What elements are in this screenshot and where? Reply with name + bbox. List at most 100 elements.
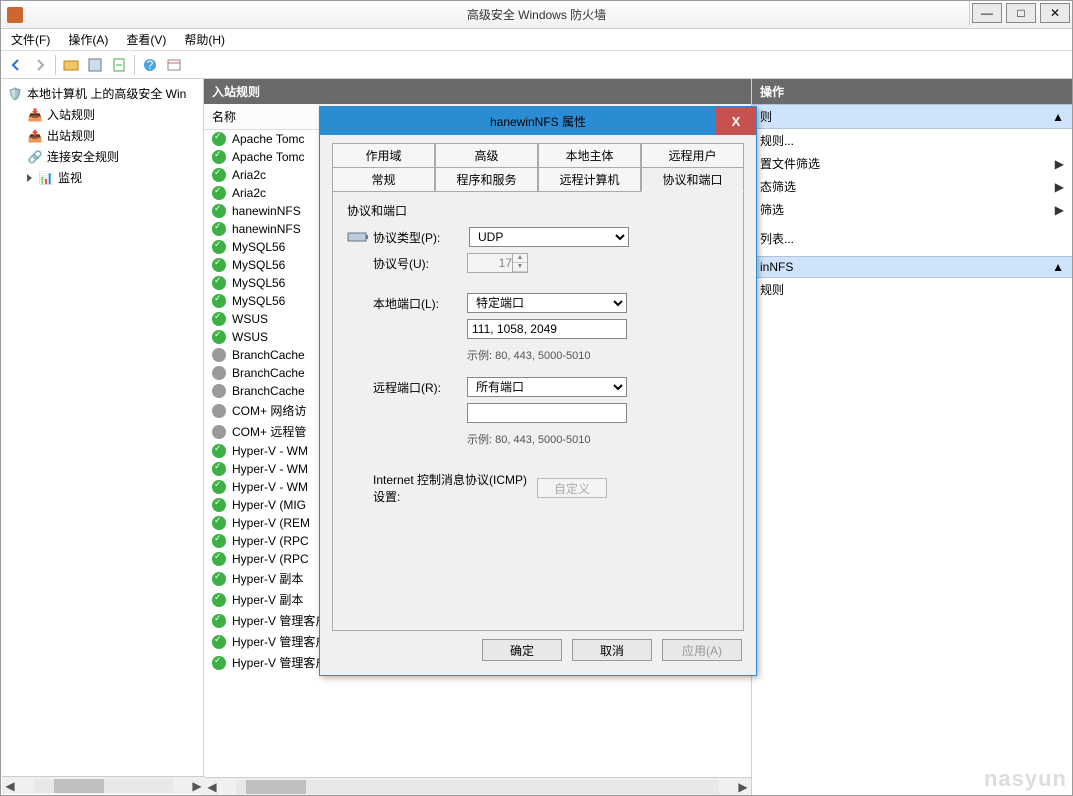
rule-name: hanewinNFS bbox=[232, 222, 301, 236]
tab[interactable]: 远程用户 bbox=[641, 143, 744, 168]
menu-file[interactable]: 文件(F) bbox=[7, 29, 54, 50]
menu-action[interactable]: 操作(A) bbox=[64, 29, 112, 50]
allow-icon bbox=[212, 222, 226, 236]
titlebar: 高级安全 Windows 防火墙 — □ ✕ bbox=[1, 1, 1072, 29]
cancel-button[interactable]: 取消 bbox=[572, 639, 652, 661]
allow-icon bbox=[212, 204, 226, 218]
spin-down-icon[interactable]: ▼ bbox=[513, 263, 527, 272]
rule-name: Hyper-V (RPC bbox=[232, 552, 309, 566]
rule-name: MySQL56 bbox=[232, 276, 285, 290]
rule-name: Hyper-V (REM bbox=[232, 516, 310, 530]
submenu-icon: ▶ bbox=[1055, 157, 1064, 171]
help-icon[interactable]: ? bbox=[139, 54, 161, 76]
tab[interactable]: 常规 bbox=[332, 167, 435, 192]
remote-port-input[interactable] bbox=[467, 403, 627, 423]
action-item[interactable]: 筛选▶ bbox=[752, 198, 1072, 221]
horizontal-scrollbar[interactable]: ◀ ▶ bbox=[204, 777, 751, 795]
allow-icon bbox=[212, 240, 226, 254]
tab[interactable]: 本地主体 bbox=[538, 143, 641, 168]
action-item[interactable]: 规则 bbox=[752, 278, 1072, 301]
scroll-left-button[interactable]: ◀ bbox=[2, 778, 18, 794]
scroll-right-button[interactable]: ▶ bbox=[189, 778, 205, 794]
collapse-icon[interactable]: ▲ bbox=[1052, 110, 1064, 124]
disabled-icon bbox=[212, 366, 226, 380]
rule-name: Aria2c bbox=[232, 186, 266, 200]
spin-up-icon[interactable]: ▲ bbox=[513, 254, 527, 263]
scroll-thumb[interactable] bbox=[246, 780, 306, 794]
rule-name: BranchCache bbox=[232, 348, 305, 362]
tab[interactable]: 协议和端口 bbox=[641, 167, 744, 192]
actions-pane: 操作 则▲ 规则...置文件筛选▶态筛选▶筛选▶列表... inNFS▲ 规则 bbox=[752, 79, 1072, 795]
local-port-input[interactable] bbox=[467, 319, 627, 339]
tree-outbound[interactable]: 📤出站规则 bbox=[3, 125, 201, 146]
rule-name: Apache Tomc bbox=[232, 132, 305, 146]
local-port-example: 示例: 80, 443, 5000-5010 bbox=[467, 347, 729, 363]
collapse-icon[interactable]: ▲ bbox=[1052, 260, 1064, 274]
firewall-icon: 🛡️ bbox=[7, 86, 23, 102]
scroll-left-button[interactable]: ◀ bbox=[204, 779, 220, 795]
scroll-right-button[interactable]: ▶ bbox=[735, 779, 751, 795]
tree-root[interactable]: 🛡️ 本地计算机 上的高级安全 Win bbox=[3, 83, 201, 104]
rule-name: COM+ 远程管 bbox=[232, 423, 306, 440]
maximize-button[interactable]: □ bbox=[1006, 3, 1036, 23]
allow-icon bbox=[212, 534, 226, 548]
local-port-select[interactable]: 特定端口 bbox=[467, 293, 627, 313]
dialog-titlebar[interactable]: hanewinNFS 属性 X bbox=[320, 107, 756, 135]
remote-port-select[interactable]: 所有端口 bbox=[467, 377, 627, 397]
tree-inbound[interactable]: 📥入站规则 bbox=[3, 104, 201, 125]
action-item[interactable]: 规则... bbox=[752, 129, 1072, 152]
close-button[interactable]: ✕ bbox=[1040, 3, 1070, 23]
window-title: 高级安全 Windows 防火墙 bbox=[467, 6, 606, 23]
export-icon[interactable] bbox=[108, 54, 130, 76]
action-item[interactable]: 列表... bbox=[752, 227, 1072, 250]
action-item[interactable]: 置文件筛选▶ bbox=[752, 152, 1072, 175]
tab[interactable]: 远程计算机 bbox=[538, 167, 641, 192]
tab[interactable]: 程序和服务 bbox=[435, 167, 538, 192]
allow-icon bbox=[212, 444, 226, 458]
menu-view[interactable]: 查看(V) bbox=[122, 29, 170, 50]
dialog-close-button[interactable]: X bbox=[716, 107, 756, 135]
allow-icon bbox=[212, 635, 226, 649]
tab[interactable]: 高级 bbox=[435, 143, 538, 168]
allow-icon bbox=[212, 150, 226, 164]
window-controls: — □ ✕ bbox=[969, 1, 1072, 25]
allow-icon bbox=[212, 132, 226, 146]
properties-icon[interactable] bbox=[84, 54, 106, 76]
allow-icon bbox=[212, 614, 226, 628]
nav-tree[interactable]: 🛡️ 本地计算机 上的高级安全 Win 📥入站规则 📤出站规则 🔗连接安全规则 … bbox=[1, 79, 204, 795]
minimize-button[interactable]: — bbox=[972, 3, 1002, 23]
menubar: 文件(F) 操作(A) 查看(V) 帮助(H) bbox=[1, 29, 1072, 51]
rule-name: MySQL56 bbox=[232, 240, 285, 254]
allow-icon bbox=[212, 498, 226, 512]
apply-button: 应用(A) bbox=[662, 639, 742, 661]
allow-icon bbox=[212, 552, 226, 566]
icmp-label: Internet 控制消息协议(ICMP)设置: bbox=[347, 471, 537, 505]
rule-name: Apache Tomc bbox=[232, 150, 305, 164]
actions-group-rules[interactable]: 则▲ bbox=[752, 104, 1072, 129]
rule-name: COM+ 网络访 bbox=[232, 402, 306, 419]
properties-dialog: hanewinNFS 属性 X 作用域高级本地主体远程用户 常规程序和服务远程计… bbox=[319, 106, 757, 676]
folder-icon[interactable] bbox=[60, 54, 82, 76]
menu-help[interactable]: 帮助(H) bbox=[180, 29, 229, 50]
nav-forward-button[interactable] bbox=[29, 54, 51, 76]
tree-scrollbar[interactable]: ◀ ▶ bbox=[2, 776, 205, 794]
protocol-type-select[interactable]: UDP bbox=[469, 227, 629, 247]
allow-icon bbox=[212, 516, 226, 530]
protocol-num-spinner[interactable]: ▲▼ bbox=[467, 253, 528, 273]
action-item[interactable]: 态筛选▶ bbox=[752, 175, 1072, 198]
list-icon[interactable] bbox=[163, 54, 185, 76]
allow-icon bbox=[212, 572, 226, 586]
tab[interactable]: 作用域 bbox=[332, 143, 435, 168]
expand-icon[interactable] bbox=[27, 174, 32, 182]
submenu-icon: ▶ bbox=[1055, 180, 1064, 194]
remote-port-example: 示例: 80, 443, 5000-5010 bbox=[467, 431, 729, 447]
allow-icon bbox=[212, 258, 226, 272]
ok-button[interactable]: 确定 bbox=[482, 639, 562, 661]
actions-group-selection[interactable]: inNFS▲ bbox=[752, 256, 1072, 278]
nav-back-button[interactable] bbox=[5, 54, 27, 76]
tree-connection-security[interactable]: 🔗连接安全规则 bbox=[3, 146, 201, 167]
tree-monitor[interactable]: 📊监视 bbox=[3, 167, 201, 188]
watermark: nasyun bbox=[984, 766, 1067, 792]
scroll-thumb[interactable] bbox=[54, 779, 104, 793]
remote-port-label: 远程端口(R): bbox=[347, 379, 467, 396]
